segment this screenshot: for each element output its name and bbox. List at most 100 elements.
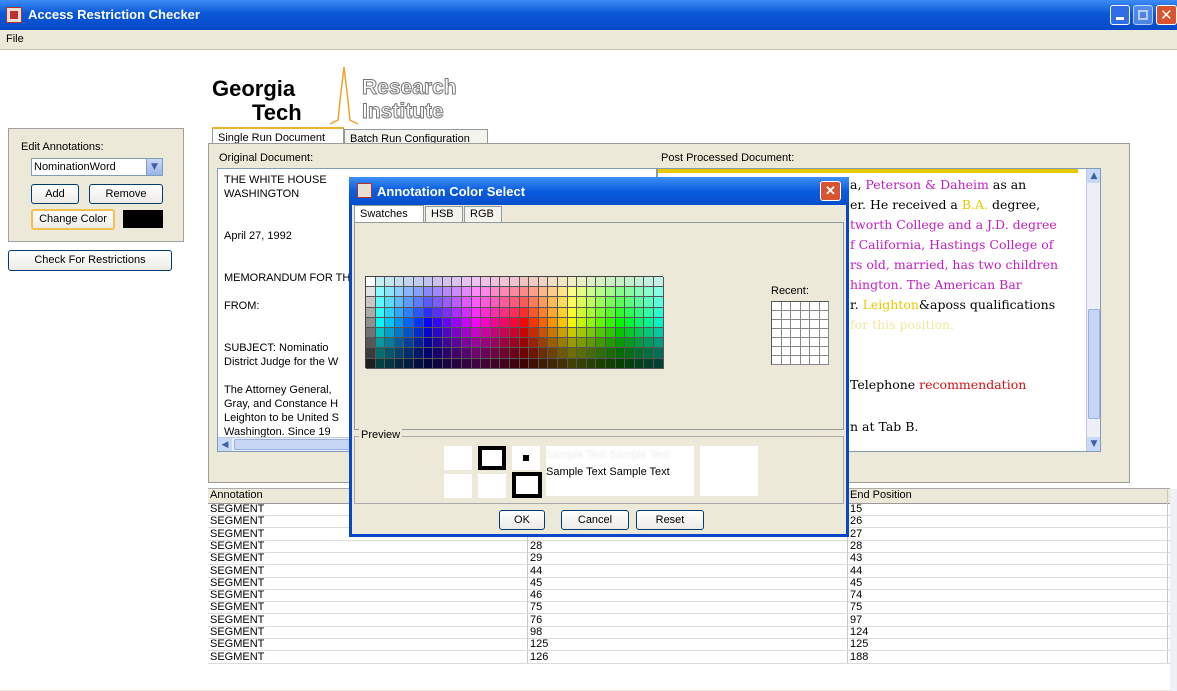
remove-button[interactable]: Remove bbox=[89, 184, 163, 204]
color-swatch[interactable] bbox=[462, 287, 472, 298]
color-swatch[interactable] bbox=[586, 307, 597, 318]
recent-swatch[interactable] bbox=[810, 302, 820, 311]
color-swatch[interactable] bbox=[462, 277, 472, 288]
color-swatch[interactable] bbox=[481, 307, 491, 318]
recent-swatch[interactable] bbox=[772, 356, 782, 365]
color-swatch[interactable] bbox=[625, 328, 635, 339]
color-swatch[interactable] bbox=[481, 277, 491, 288]
color-swatch[interactable] bbox=[625, 307, 635, 318]
color-swatch[interactable] bbox=[644, 277, 654, 288]
color-swatch[interactable] bbox=[615, 338, 626, 349]
color-swatch[interactable] bbox=[538, 348, 549, 359]
color-swatch[interactable] bbox=[577, 277, 587, 288]
recent-swatch[interactable] bbox=[819, 320, 829, 329]
color-swatch[interactable] bbox=[538, 307, 549, 318]
color-swatch[interactable] bbox=[558, 348, 568, 359]
color-swatch[interactable] bbox=[490, 277, 501, 288]
color-swatch[interactable] bbox=[529, 358, 539, 369]
minimize-button[interactable] bbox=[1110, 5, 1130, 25]
recent-swatch[interactable] bbox=[800, 329, 810, 338]
color-swatch[interactable] bbox=[510, 317, 520, 328]
recent-swatch[interactable] bbox=[781, 311, 791, 320]
color-swatch[interactable] bbox=[500, 317, 510, 328]
recent-swatch[interactable] bbox=[800, 356, 810, 365]
color-swatch[interactable] bbox=[414, 358, 424, 369]
color-swatch[interactable] bbox=[385, 297, 395, 308]
color-swatch[interactable] bbox=[567, 317, 578, 328]
color-swatch[interactable] bbox=[442, 277, 453, 288]
color-swatch[interactable] bbox=[644, 348, 654, 359]
color-swatch[interactable] bbox=[500, 348, 510, 359]
color-swatch[interactable] bbox=[404, 297, 414, 308]
color-swatch[interactable] bbox=[414, 348, 424, 359]
color-swatch[interactable] bbox=[442, 338, 453, 349]
color-swatch[interactable] bbox=[442, 287, 453, 298]
color-swatch[interactable] bbox=[452, 277, 462, 288]
color-swatch[interactable] bbox=[548, 358, 558, 369]
color-swatch[interactable] bbox=[433, 317, 443, 328]
color-swatch[interactable] bbox=[404, 287, 414, 298]
color-swatch[interactable] bbox=[375, 358, 386, 369]
recent-swatch[interactable] bbox=[791, 329, 801, 338]
color-swatch[interactable] bbox=[433, 358, 443, 369]
tab-rgb[interactable]: RGB bbox=[464, 206, 502, 222]
color-swatch[interactable] bbox=[433, 307, 443, 318]
color-swatch[interactable] bbox=[375, 338, 386, 349]
color-swatch[interactable] bbox=[394, 287, 405, 298]
color-swatch[interactable] bbox=[548, 338, 558, 349]
color-swatch[interactable] bbox=[548, 317, 558, 328]
color-swatch[interactable] bbox=[519, 307, 530, 318]
color-swatch[interactable] bbox=[606, 358, 616, 369]
table-row[interactable]: SEGMENT 75 75 bbox=[208, 601, 1170, 615]
recent-swatch[interactable] bbox=[772, 347, 782, 356]
change-color-button[interactable]: Change Color bbox=[31, 209, 115, 230]
color-swatch[interactable] bbox=[404, 317, 414, 328]
color-swatch[interactable] bbox=[538, 338, 549, 349]
color-swatch[interactable] bbox=[596, 317, 606, 328]
color-swatch[interactable] bbox=[615, 277, 626, 288]
color-swatch[interactable] bbox=[625, 338, 635, 349]
color-swatch[interactable] bbox=[462, 328, 472, 339]
recent-swatch[interactable] bbox=[819, 311, 829, 320]
color-swatch[interactable] bbox=[634, 358, 645, 369]
recent-swatch[interactable] bbox=[781, 347, 791, 356]
color-swatch[interactable] bbox=[615, 328, 626, 339]
scroll-down-icon[interactable]: ▼ bbox=[1087, 437, 1100, 451]
recent-swatch[interactable] bbox=[819, 329, 829, 338]
color-swatch[interactable] bbox=[366, 287, 376, 298]
recent-swatch[interactable] bbox=[800, 338, 810, 347]
color-swatch[interactable] bbox=[654, 287, 664, 298]
recent-swatch[interactable] bbox=[781, 356, 791, 365]
recent-swatch[interactable] bbox=[800, 302, 810, 311]
color-swatch[interactable] bbox=[404, 307, 414, 318]
color-swatch[interactable] bbox=[423, 358, 434, 369]
menu-file[interactable]: File bbox=[6, 33, 24, 45]
color-swatch[interactable] bbox=[654, 297, 664, 308]
color-swatch[interactable] bbox=[606, 317, 616, 328]
color-swatch[interactable] bbox=[433, 338, 443, 349]
color-swatch[interactable] bbox=[423, 338, 434, 349]
scroll-thumb[interactable] bbox=[1088, 309, 1100, 419]
color-swatch[interactable] bbox=[385, 287, 395, 298]
scroll-left-icon[interactable]: ◀ bbox=[218, 438, 232, 451]
color-swatch[interactable] bbox=[654, 338, 664, 349]
color-swatch[interactable] bbox=[615, 287, 626, 298]
color-swatch[interactable] bbox=[586, 317, 597, 328]
color-swatch[interactable] bbox=[558, 297, 568, 308]
color-swatch[interactable] bbox=[414, 338, 424, 349]
color-swatch[interactable] bbox=[510, 348, 520, 359]
column-header-end[interactable]: End Position bbox=[848, 489, 1168, 503]
color-swatch[interactable] bbox=[442, 358, 453, 369]
color-swatch[interactable] bbox=[529, 348, 539, 359]
color-swatch[interactable] bbox=[366, 338, 376, 349]
color-swatch[interactable] bbox=[385, 328, 395, 339]
color-swatch[interactable] bbox=[433, 287, 443, 298]
color-swatch[interactable] bbox=[366, 358, 376, 369]
color-swatch[interactable] bbox=[519, 287, 530, 298]
color-swatch[interactable] bbox=[462, 307, 472, 318]
tab-hsb[interactable]: HSB bbox=[425, 206, 463, 222]
color-swatch[interactable] bbox=[385, 348, 395, 359]
recent-swatches[interactable] bbox=[771, 301, 829, 365]
color-swatch[interactable] bbox=[586, 338, 597, 349]
color-swatch[interactable] bbox=[538, 328, 549, 339]
